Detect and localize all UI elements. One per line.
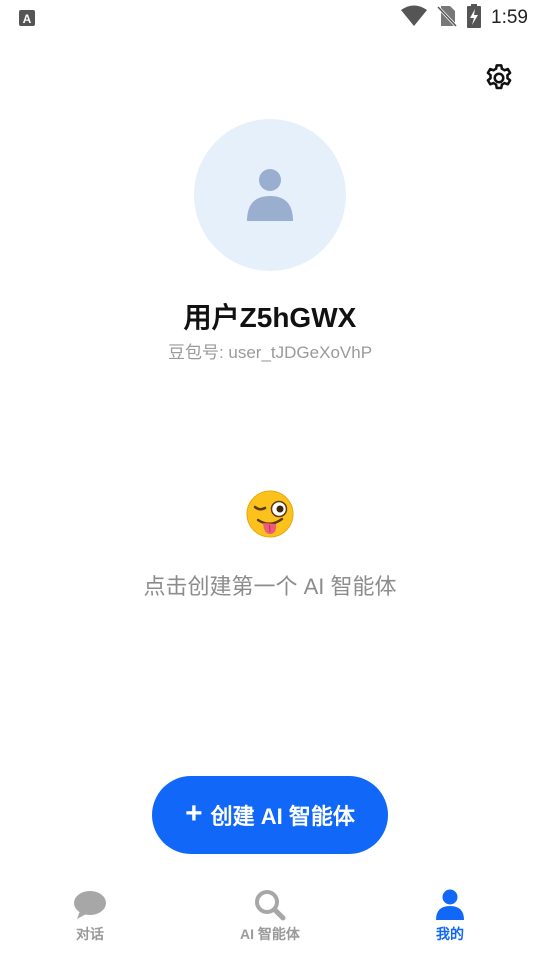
nav-label-chat: 对话	[76, 926, 104, 942]
create-ai-agent-button[interactable]: + 创建 AI 智能体	[152, 776, 388, 854]
person-icon	[433, 888, 467, 922]
wifi-icon	[401, 5, 428, 32]
a-icon: A	[18, 9, 36, 27]
battery-charging-icon	[467, 3, 482, 33]
settings-button[interactable]	[481, 60, 517, 96]
nav-item-ai-agents[interactable]: AI 智能体	[180, 882, 360, 960]
nav-label-ai-agents: AI 智能体	[240, 926, 300, 942]
gear-icon	[486, 64, 512, 90]
user-id: 豆包号: user_tJDGeXoVhP	[167, 343, 373, 362]
nav-item-me[interactable]: 我的	[360, 882, 540, 960]
create-button-label: 创建 AI 智能体	[210, 804, 355, 829]
search-icon	[253, 888, 287, 922]
plus-icon: +	[185, 796, 203, 830]
nav-item-chat[interactable]: 对话	[0, 882, 180, 960]
username: 用户Z5hGWX	[183, 302, 357, 333]
nav-label-me: 我的	[436, 926, 464, 942]
empty-state-text: 点击创建第一个 AI 智能体	[143, 574, 397, 599]
user-placeholder-icon	[247, 169, 293, 221]
svg-text:A: A	[23, 12, 32, 26]
status-bar: A 1:59	[0, 0, 540, 36]
winking-face-tongue-icon	[245, 489, 295, 539]
chat-bubble-icon	[73, 888, 107, 922]
bottom-nav: 对话 AI 智能体 我的	[0, 882, 540, 960]
avatar[interactable]	[194, 119, 346, 271]
no-sim-icon	[436, 5, 458, 32]
status-time: 1:59	[491, 7, 528, 28]
